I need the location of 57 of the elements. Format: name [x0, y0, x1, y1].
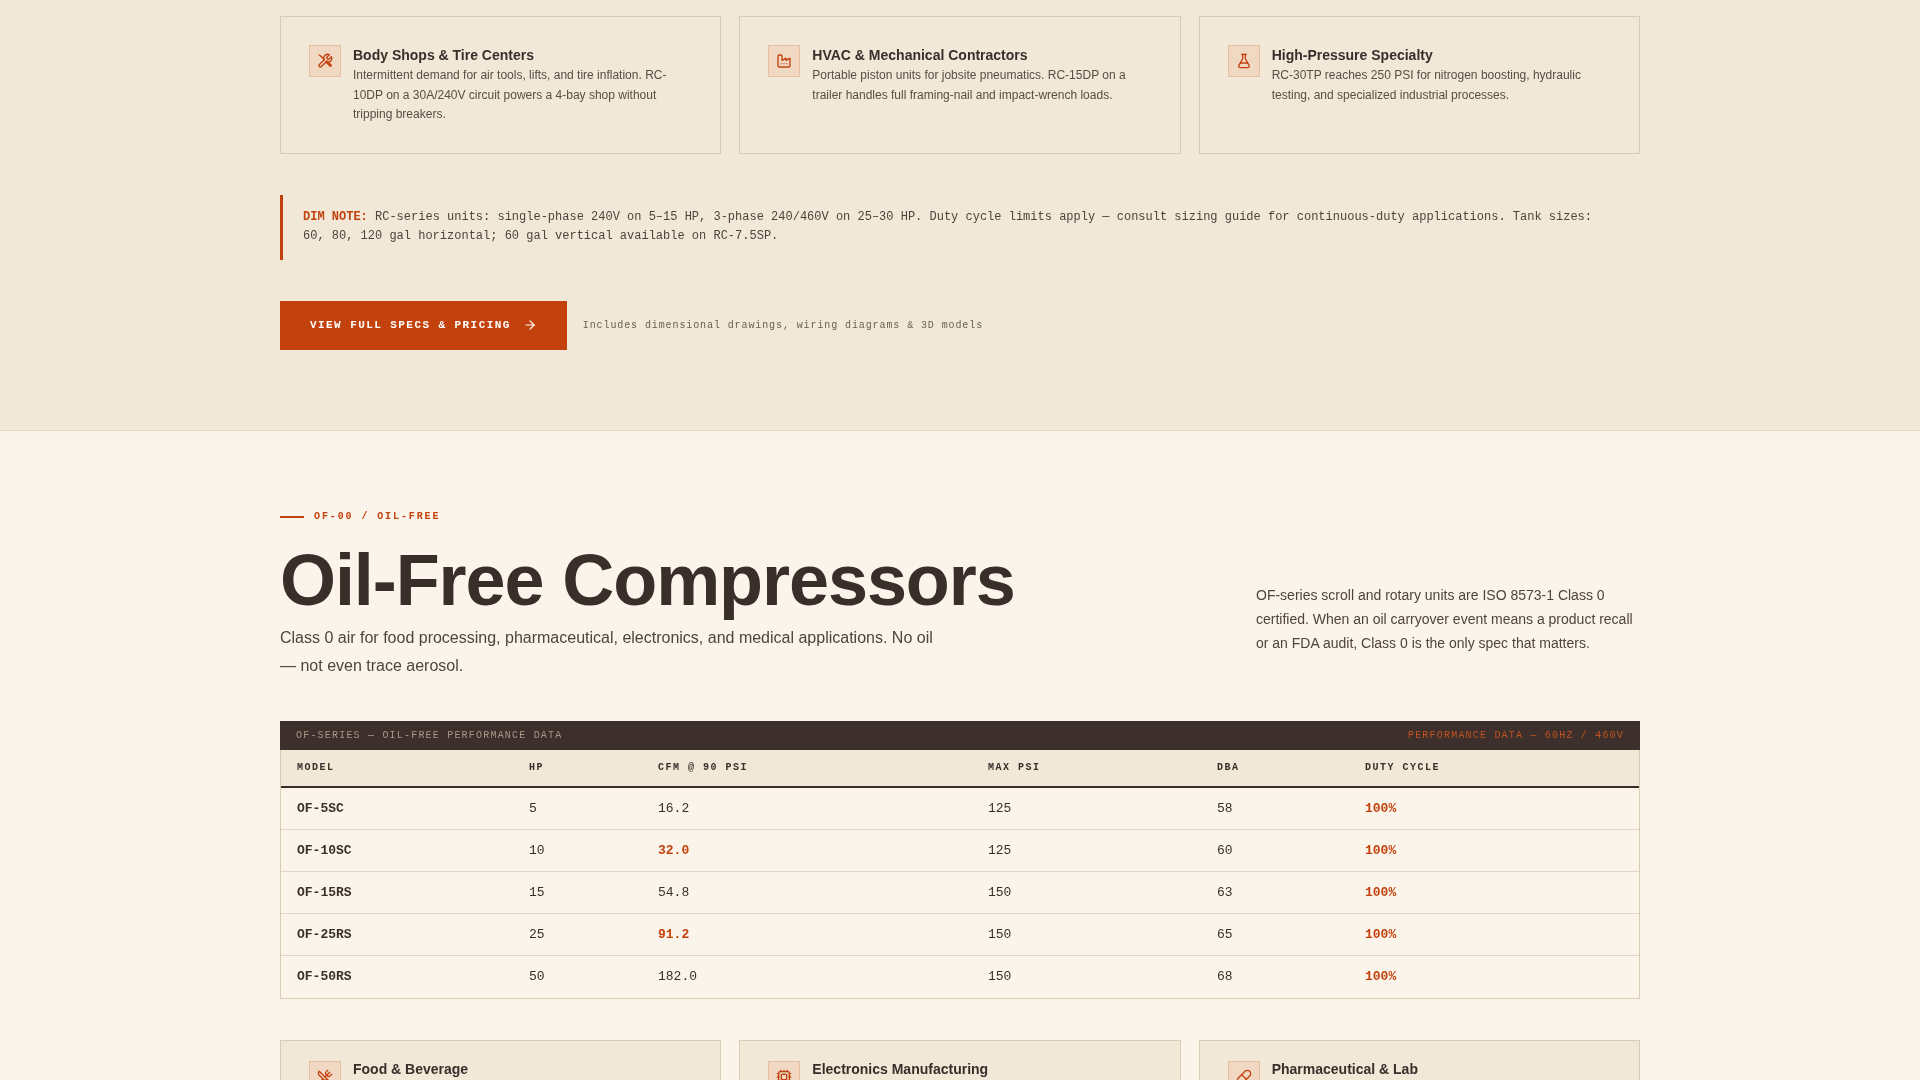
column-header: CFM @ 90 PSI: [658, 762, 748, 773]
spec-value: 15: [529, 884, 545, 900]
spec-value: 50: [529, 969, 545, 984]
arrow-right-icon: [522, 318, 537, 332]
column-header: HP: [529, 762, 544, 773]
model-name: OF-50RS: [297, 969, 352, 984]
tools-icon: [309, 45, 341, 77]
card-title: Body Shops & Tire Centers: [353, 46, 535, 65]
column-header: DBA: [1217, 762, 1240, 773]
spec-value: 100%: [1365, 842, 1397, 858]
card-description: RC-30TP reaches 250 PSI for nitrogen boosting, hydraulic testing, and specialized industrial processes.: [1271, 67, 1582, 104]
spec-value: 65: [1217, 926, 1233, 942]
card-title: High-Pressure Specialty: [1271, 46, 1434, 65]
specs-button[interactable]: VIEW FULL SPECS & PRICING: [280, 300, 567, 350]
spec-value: 54.8: [658, 884, 690, 900]
spec-value: 100%: [1365, 969, 1397, 984]
spec-value: 16.2: [658, 800, 690, 816]
column-header: MAX PSI: [988, 762, 1041, 773]
spec-value: 150: [988, 969, 1012, 984]
model-name: OF-15RS: [297, 884, 352, 900]
card-title: HVAC & Mechanical Contractors: [812, 46, 1029, 65]
section-aside: OF-series scroll and rotary units are ISO 8573-1 Class 0 certified. When an oil carryover event means a product recall or an FDA audit, Class 0 is the only spec that matters.: [1256, 585, 1634, 653]
flask-icon: [1227, 45, 1260, 77]
spec-value: 60: [1217, 842, 1233, 858]
factory-icon: [768, 45, 801, 77]
spec-value: 91.2: [658, 926, 690, 942]
section-eyebrow: OF-00 / OIL-FREE: [314, 510, 441, 523]
spec-value: 100%: [1365, 884, 1397, 900]
dim-note: DIM NOTE: RC-series units: single-phase 240V on 5–15 HP, 3-phase 240/460V on 25–30 HP. Duty cycle limits apply — consult sizing guide for continuous-duty applications. Tank sizes: 60, 80, 120 gal horizontal; 60 gal vertical available on RC-7.5SP.: [280, 194, 1640, 260]
card-title: Pharmaceutical & Lab: [1271, 1060, 1418, 1078]
spec-value: 25: [529, 926, 545, 942]
model-name: OF-25RS: [297, 926, 352, 942]
spec-value: 182.0: [658, 969, 697, 984]
spec-value: 63: [1217, 884, 1233, 900]
spec-value: 68: [1217, 969, 1233, 984]
column-header: DUTY CYCLE: [1365, 762, 1440, 773]
spec-value: 5: [529, 800, 537, 816]
spec-value: 125: [988, 800, 1012, 816]
card-title: Food & Beverage: [353, 1060, 469, 1078]
model-name: OF-10SC: [297, 842, 352, 858]
card-title: Electronics Manufacturing: [812, 1060, 989, 1078]
spec-value: 100%: [1365, 926, 1397, 942]
card-description: Portable piston units for jobsite pneumatics. RC-15DP on a trailer handles full framing-nail and impact-wrench loads.: [812, 67, 1127, 104]
spec-value: 150: [988, 884, 1012, 900]
spec-value: 150: [988, 926, 1012, 942]
cta-caption: Includes dimensional drawings, wiring diagrams & 3D models: [582, 319, 984, 331]
spec-value: 58: [1217, 800, 1233, 816]
table-note: PERFORMANCE DATA — 60HZ / 460V: [1407, 729, 1624, 741]
spec-value: 125: [988, 842, 1012, 858]
card-description: Intermittent demand for air tools, lifts, and tire inflation. RC-10DP on a 30A/240V circuit powers a 4-bay shop without tripping breakers.: [353, 67, 668, 123]
section-subtitle: Class 0 air for food processing, pharmaceutical, electronics, and medical applications. No oil — not even trace aerosol.: [280, 627, 934, 676]
table-title: OF-SERIES — OIL-FREE PERFORMANCE DATA: [296, 729, 563, 741]
model-name: OF-5SC: [297, 800, 344, 816]
spec-value: 10: [529, 842, 545, 858]
column-header: MODEL: [297, 762, 335, 773]
spec-value: 100%: [1365, 800, 1397, 816]
spec-value: 32.0: [658, 842, 690, 858]
